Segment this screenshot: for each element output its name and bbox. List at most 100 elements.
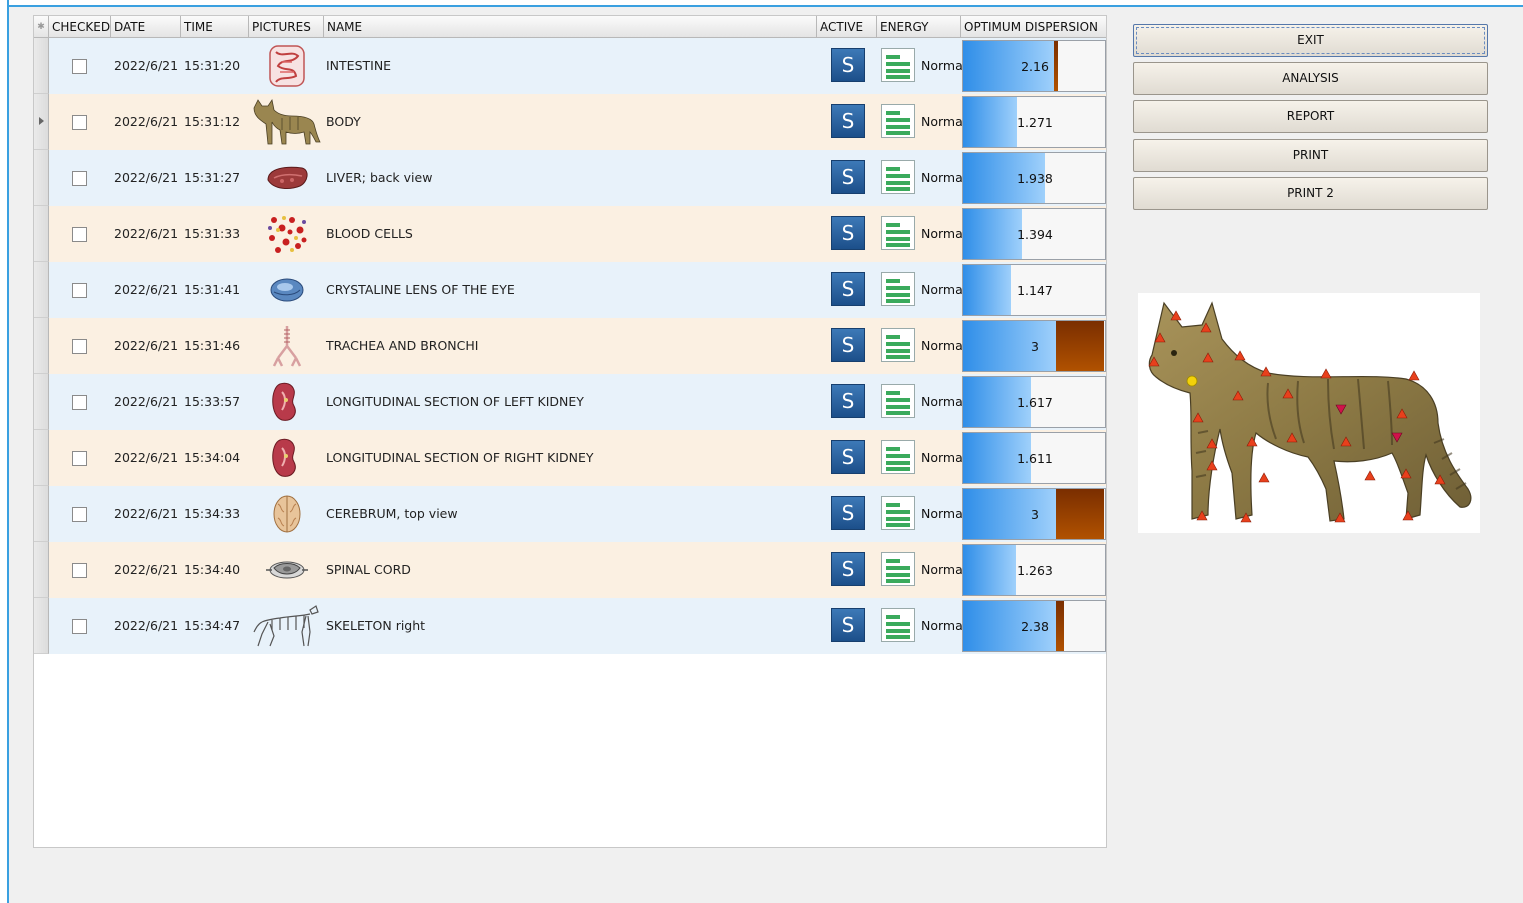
analysis-results-grid[interactable]: ✱ CHECKED DATE TIME PICTURES NAME ACTIVE… — [33, 15, 1107, 848]
column-header-energy[interactable]: ENERGY — [877, 16, 961, 38]
row-date: 2022/6/21 — [114, 618, 179, 633]
active-s-button[interactable]: S — [831, 552, 865, 586]
column-header-name[interactable]: NAME — [324, 16, 817, 38]
liver-icon — [252, 154, 322, 202]
energy-status: Norma — [921, 170, 963, 185]
current-row-arrow-icon — [39, 117, 44, 125]
row-checkbox[interactable] — [72, 339, 87, 354]
table-row[interactable]: 2022/6/21 15:31:46 TRACHEA AND BRONCHI S… — [34, 318, 1106, 374]
select-all-corner[interactable]: ✱ — [34, 16, 49, 38]
column-header-date[interactable]: DATE — [111, 16, 181, 38]
row-selector[interactable] — [34, 150, 49, 206]
energy-status: Norma — [921, 114, 963, 129]
active-s-button[interactable]: S — [831, 328, 865, 362]
active-s-button[interactable]: S — [831, 104, 865, 138]
active-s-button[interactable]: S — [831, 608, 865, 642]
row-selector[interactable] — [34, 318, 49, 374]
column-header-time[interactable]: TIME — [181, 16, 249, 38]
row-selector[interactable] — [34, 430, 49, 486]
window-top-border — [0, 0, 1523, 7]
energy-status: Norma — [921, 226, 963, 241]
row-selector[interactable] — [34, 542, 49, 598]
row-selector[interactable] — [34, 598, 49, 654]
table-row[interactable]: 2022/6/21 15:31:12 BODY S Norma 1.271 — [34, 94, 1106, 150]
column-header-pictures[interactable]: PICTURES — [249, 16, 324, 38]
active-s-button[interactable]: S — [831, 216, 865, 250]
row-name: BODY — [326, 114, 361, 129]
row-name: LONGITUDINAL SECTION OF LEFT KIDNEY — [326, 394, 584, 409]
table-row[interactable]: 2022/6/21 15:34:04 LONGITUDINAL SECTION … — [34, 430, 1106, 486]
dispersion-value: 2.38 — [1021, 619, 1049, 634]
energy-bars-icon — [881, 496, 915, 530]
dispersion-value: 1.263 — [1017, 563, 1053, 578]
report-button[interactable]: REPORT — [1133, 100, 1488, 133]
kidney-icon — [252, 434, 322, 482]
active-s-button[interactable]: S — [831, 440, 865, 474]
table-row[interactable]: 2022/6/21 15:31:20 INTESTINE S Norma 2.1… — [34, 38, 1106, 94]
blood-cells-icon — [252, 210, 322, 258]
table-row[interactable]: 2022/6/21 15:33:57 LONGITUDINAL SECTION … — [34, 374, 1106, 430]
column-header-optimum-dispersion[interactable]: OPTIMUM DISPERSION — [961, 16, 1106, 38]
row-date: 2022/6/21 — [114, 506, 179, 521]
energy-bars-icon — [881, 160, 915, 194]
dispersion-bar: 1.271 — [962, 96, 1106, 148]
column-header-active[interactable]: ACTIVE — [817, 16, 877, 38]
dispersion-value: 3 — [1031, 507, 1039, 522]
energy-bars-icon — [881, 440, 915, 474]
active-s-button[interactable]: S — [831, 48, 865, 82]
dispersion-value: 1.938 — [1017, 171, 1053, 186]
active-s-button[interactable]: S — [831, 496, 865, 530]
exit-button[interactable]: EXIT — [1133, 24, 1488, 57]
table-row[interactable]: 2022/6/21 15:31:27 LIVER; back view S No… — [34, 150, 1106, 206]
row-checkbox[interactable] — [72, 227, 87, 242]
row-checkbox[interactable] — [72, 619, 87, 634]
row-checkbox[interactable] — [72, 171, 87, 186]
row-name: CEREBRUM, top view — [326, 506, 458, 521]
energy-bars-icon — [881, 272, 915, 306]
active-s-button[interactable]: S — [831, 384, 865, 418]
row-selector[interactable] — [34, 94, 49, 150]
dispersion-value: 1.394 — [1017, 227, 1053, 242]
table-row[interactable]: 2022/6/21 15:34:40 SPINAL CORD S Norma 1… — [34, 542, 1106, 598]
row-selector[interactable] — [34, 262, 49, 318]
row-checkbox[interactable] — [72, 395, 87, 410]
row-time: 15:31:41 — [184, 282, 241, 297]
row-checkbox[interactable] — [72, 507, 87, 522]
row-date: 2022/6/21 — [114, 282, 179, 297]
trachea-icon — [252, 322, 322, 370]
row-date: 2022/6/21 — [114, 338, 179, 353]
row-name: LIVER; back view — [326, 170, 433, 185]
table-row[interactable]: 2022/6/21 15:34:33 CEREBRUM, top view S … — [34, 486, 1106, 542]
table-row[interactable]: 2022/6/21 15:31:33 BLOOD CELLS S Norma 1… — [34, 206, 1106, 262]
analysis-button[interactable]: ANALYSIS — [1133, 62, 1488, 95]
active-s-button[interactable]: S — [831, 272, 865, 306]
energy-status: Norma — [921, 338, 963, 353]
dispersion-bar: 2.38 — [962, 600, 1106, 652]
dispersion-bar: 1.394 — [962, 208, 1106, 260]
body-map-preview — [1138, 293, 1480, 533]
cat-body-icon — [252, 98, 322, 146]
row-checkbox[interactable] — [72, 115, 87, 130]
row-selector[interactable] — [34, 374, 49, 430]
print-button[interactable]: PRINT — [1133, 139, 1488, 172]
row-selector[interactable] — [34, 486, 49, 542]
print-2-button[interactable]: PRINT 2 — [1133, 177, 1488, 210]
table-row[interactable]: 2022/6/21 15:31:41 CRYSTALINE LENS OF TH… — [34, 262, 1106, 318]
row-date: 2022/6/21 — [114, 450, 179, 465]
table-row[interactable]: 2022/6/21 15:34:47 SKELETON right S Norm… — [34, 598, 1106, 654]
row-time: 15:34:33 — [184, 506, 241, 521]
active-s-button[interactable]: S — [831, 160, 865, 194]
row-checkbox[interactable] — [72, 283, 87, 298]
row-selector[interactable] — [34, 38, 49, 94]
row-checkbox[interactable] — [72, 563, 87, 578]
row-name: SKELETON right — [326, 618, 426, 633]
row-checkbox[interactable] — [72, 451, 87, 466]
row-time: 15:34:47 — [184, 618, 241, 633]
row-selector[interactable] — [34, 206, 49, 262]
row-checkbox[interactable] — [72, 59, 87, 74]
energy-status: Norma — [921, 506, 963, 521]
row-date: 2022/6/21 — [114, 394, 179, 409]
column-header-checked[interactable]: CHECKED — [49, 16, 111, 38]
row-date: 2022/6/21 — [114, 58, 179, 73]
row-time: 15:33:57 — [184, 394, 241, 409]
